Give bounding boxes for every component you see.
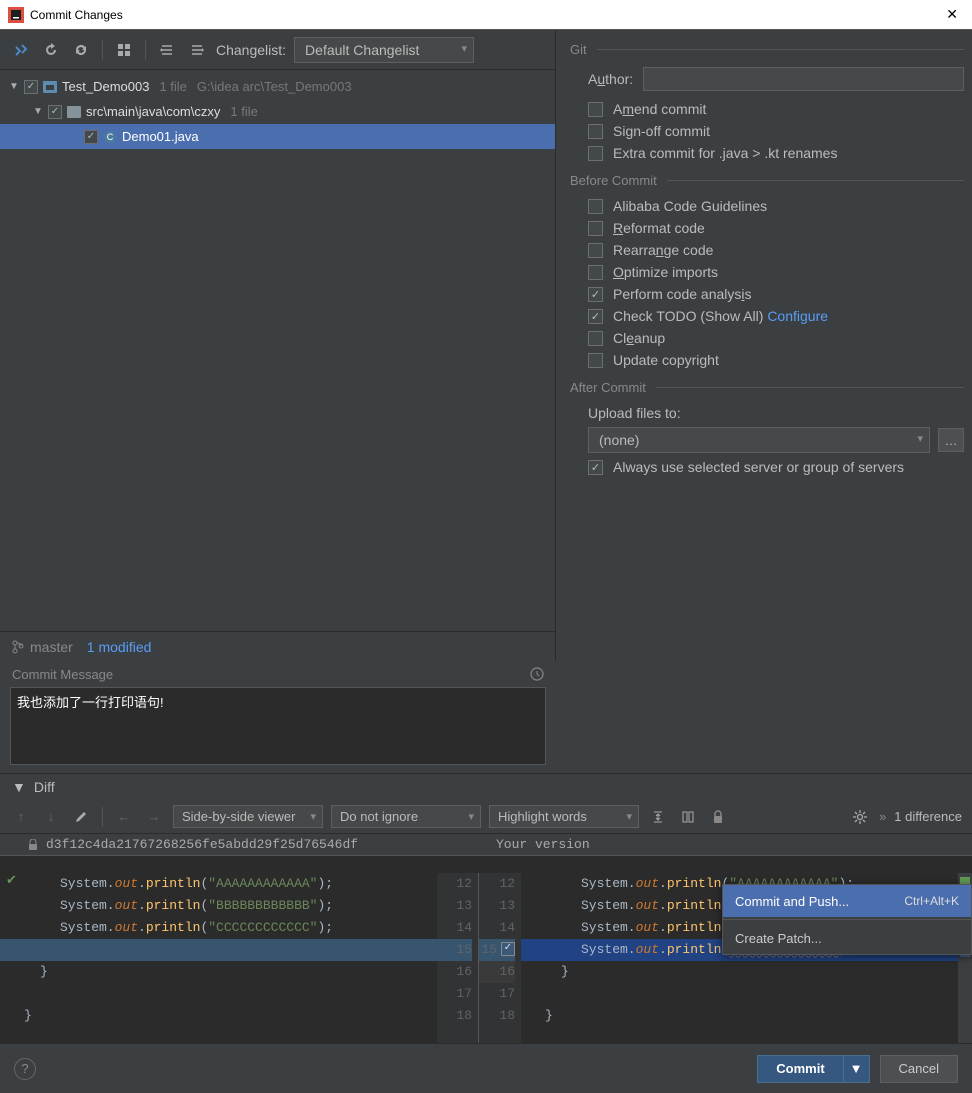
cancel-button[interactable]: Cancel	[880, 1055, 958, 1083]
author-input[interactable]	[643, 67, 964, 91]
tree-package-row[interactable]: ▼ src\main\java\com\czxy 1 file	[0, 99, 555, 124]
tree-node-path: G:\idea arc\Test_Demo003	[197, 79, 352, 94]
help-button[interactable]: ?	[14, 1058, 36, 1080]
titlebar: Commit Changes ✕	[0, 0, 972, 30]
modified-count[interactable]: 1 modified	[87, 639, 152, 655]
after-commit-section-label: After Commit	[570, 380, 646, 395]
branch-name: master	[30, 639, 73, 655]
commit-message-label: Commit Message	[12, 667, 113, 682]
configure-todo-link[interactable]: Configure	[767, 308, 828, 324]
author-label: Author:	[588, 71, 633, 87]
tree-node-name: Demo01.java	[122, 129, 199, 144]
collapse-icon[interactable]: ▼	[32, 106, 44, 117]
diff-toolbar: ↑ ↓ ← → Side-by-side viewer Do not ignor…	[0, 800, 972, 834]
collapse-icon[interactable]: ▼	[12, 779, 26, 795]
upload-files-label: Upload files to:	[588, 405, 964, 421]
prev-file-icon[interactable]: ←	[113, 806, 135, 828]
expand-all-icon[interactable]	[156, 39, 178, 61]
commit-dropdown-menu: Commit and Push...Ctrl+Alt+K Create Patc…	[722, 884, 972, 955]
svg-text:C: C	[107, 132, 114, 142]
window-close-button[interactable]: ✕	[940, 6, 964, 23]
left-revision-label: d3f12c4da21767268256fe5abdd29f25d76546df	[46, 837, 358, 852]
signoff-commit-checkbox[interactable]: Sign-off commit	[588, 123, 964, 139]
left-panel: Changelist: Default Changelist ▼ Test_De…	[0, 30, 556, 661]
app-icon	[8, 7, 24, 23]
include-change-checkbox[interactable]	[501, 942, 515, 956]
refresh-icon[interactable]	[70, 39, 92, 61]
tree-node-count: 1 file	[230, 104, 257, 119]
module-icon	[42, 79, 58, 95]
readonly-lock-icon	[28, 839, 38, 851]
cleanup-checkbox[interactable]: Cleanup	[588, 330, 964, 346]
commit-and-push-menu-item[interactable]: Commit and Push...Ctrl+Alt+K	[723, 885, 971, 917]
window-title: Commit Changes	[30, 8, 940, 22]
right-panel: Git Author: Amend commit Sign-off commit…	[556, 30, 972, 661]
reformat-code-checkbox[interactable]: Reformat code	[588, 220, 964, 236]
diff-viewer-combo[interactable]: Side-by-side viewer	[173, 805, 323, 828]
next-file-icon[interactable]: →	[143, 806, 165, 828]
edit-icon[interactable]	[70, 806, 92, 828]
optimize-imports-checkbox[interactable]: Optimize imports	[588, 264, 964, 280]
tree-checkbox[interactable]	[48, 105, 62, 119]
check-todo-checkbox[interactable]: Check TODO (Show All) Configure	[588, 308, 964, 324]
tree-node-count: 1 file	[159, 79, 186, 94]
sync-scroll-icon[interactable]	[677, 806, 699, 828]
collapse-icon[interactable]: ▼	[8, 81, 20, 92]
extra-commit-checkbox[interactable]: Extra commit for .java > .kt renames	[588, 145, 964, 161]
lock-icon[interactable]	[707, 806, 729, 828]
right-revision-label: Your version	[496, 837, 590, 852]
dialog-footer: ? Commit ▼ Cancel	[0, 1043, 972, 1093]
commit-dropdown-button[interactable]: ▼	[844, 1055, 870, 1083]
tree-checkbox[interactable]	[24, 80, 38, 94]
folder-icon	[66, 104, 82, 120]
branch-status-bar: master 1 modified	[0, 631, 555, 661]
java-class-icon: C	[102, 129, 118, 145]
diff-ignore-combo[interactable]: Do not ignore	[331, 805, 481, 828]
left-code-pane[interactable]: ✔ System.out.println("AAAAAAAAAAAA"); Sy…	[0, 873, 437, 1044]
history-icon[interactable]	[530, 667, 544, 681]
more-icon[interactable]: »	[879, 809, 886, 824]
branch-icon	[12, 640, 24, 654]
diff-label: Diff	[34, 779, 55, 795]
rearrange-code-checkbox[interactable]: Rearrange code	[588, 242, 964, 258]
group-by-icon[interactable]	[113, 39, 135, 61]
upload-server-combo[interactable]: (none)	[588, 427, 930, 453]
show-diff-icon[interactable]	[10, 39, 32, 61]
collapse-all-icon[interactable]	[186, 39, 208, 61]
revert-icon[interactable]	[40, 39, 62, 61]
next-diff-icon[interactable]: ↓	[40, 806, 62, 828]
before-commit-section-label: Before Commit	[570, 173, 657, 188]
branch-indicator[interactable]: master	[12, 639, 73, 655]
right-gutter: 12 13 14 15 16 17 18	[479, 873, 521, 1044]
tree-file-row[interactable]: C Demo01.java	[0, 124, 555, 149]
tree-module-row[interactable]: ▼ Test_Demo003 1 file G:\idea arc\Test_D…	[0, 74, 555, 99]
changelist-label: Changelist:	[216, 42, 286, 58]
changelist-combo[interactable]: Default Changelist	[294, 37, 474, 63]
amend-commit-checkbox[interactable]: Amend commit	[588, 101, 964, 117]
create-patch-menu-item[interactable]: Create Patch...	[723, 922, 971, 954]
diff-count: 1 difference	[894, 809, 962, 824]
left-gutter: 12 13 14 15 16 17 18	[437, 873, 479, 1044]
changelist-toolbar: Changelist: Default Changelist	[0, 30, 555, 70]
gear-icon[interactable]	[849, 806, 871, 828]
upload-server-browse-button[interactable]: …	[938, 428, 964, 452]
tree-node-name: Test_Demo003	[62, 79, 149, 94]
changes-tree[interactable]: ▼ Test_Demo003 1 file G:\idea arc\Test_D…	[0, 70, 555, 631]
code-analysis-checkbox[interactable]: Perform code analysis	[588, 286, 964, 302]
commit-message-textarea[interactable]: 我也添加了一行打印语句!	[10, 687, 546, 765]
alibaba-guidelines-checkbox[interactable]: Alibaba Code Guidelines	[588, 198, 964, 214]
prev-diff-icon[interactable]: ↑	[10, 806, 32, 828]
update-copyright-checkbox[interactable]: Update copyright	[588, 352, 964, 368]
git-section-label: Git	[570, 42, 587, 57]
always-use-server-checkbox[interactable]: Always use selected server or group of s…	[588, 459, 964, 475]
commit-button[interactable]: Commit	[757, 1055, 843, 1083]
tree-node-name: src\main\java\com\czxy	[86, 104, 220, 119]
tree-checkbox[interactable]	[84, 130, 98, 144]
diff-highlight-combo[interactable]: Highlight words	[489, 805, 639, 828]
collapse-unchanged-icon[interactable]	[647, 806, 669, 828]
